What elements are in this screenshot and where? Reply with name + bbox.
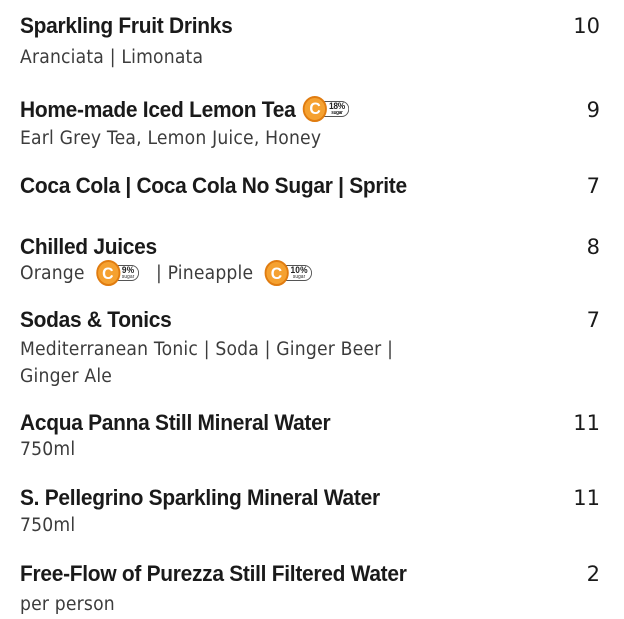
item-description: 750ml <box>20 439 76 460</box>
menu-item-purezza-water: Free-Flow of Purezza Still Filtered Wate… <box>20 561 600 618</box>
item-price: 8 <box>586 235 600 259</box>
sugar-badge-orange: C 9% sugar <box>95 260 140 286</box>
item-price: 7 <box>586 174 600 198</box>
item-description-line-1: Mediterranean Tonic | Soda | Ginger Beer… <box>20 339 394 360</box>
item-price: 11 <box>573 486 600 510</box>
juice-pineapple: | Pineapple <box>155 263 254 284</box>
sugar-badge: C 18% sugar <box>302 96 350 123</box>
item-name: Sparkling Fruit Drinks <box>20 13 233 38</box>
item-name: Home-made Iced Lemon Tea C 18% sugar <box>20 96 350 124</box>
item-description: Aranciata | Limonata <box>20 47 204 68</box>
juice-orange: Orange <box>20 263 85 284</box>
item-price: 2 <box>586 562 600 586</box>
item-description: Earl Grey Tea, Lemon Juice, Honey <box>20 128 322 150</box>
menu-item-sodas-tonics: Sodas & Tonics 7 Mediterranean Tonic | S… <box>20 307 600 390</box>
menu-item-iced-lemon-tea: Home-made Iced Lemon Tea C 18% sugar 9 Earl… <box>20 96 600 152</box>
sugar-label: sugar <box>121 274 135 280</box>
sugar-label: sugar <box>292 274 306 280</box>
menu-item-acqua-panna: Acqua Panna Still Mineral Water 11 750ml <box>20 410 600 463</box>
item-description: Orange C 9% sugar | Pineapple C 10% sugar <box>20 260 559 287</box>
item-name: Chilled Juices <box>20 234 157 259</box>
menu-item-chilled-juices: Chilled Juices 8 Orange C 9% sugar | Pineap… <box>20 234 600 287</box>
item-description: per person <box>20 594 115 615</box>
item-price: 7 <box>586 308 600 332</box>
c-circle-icon: C <box>264 260 289 286</box>
menu-item-sparkling-fruit-drinks: Sparkling Fruit Drinks 10 Aranciata | Li… <box>20 13 600 71</box>
item-name: Sodas & Tonics <box>20 307 172 332</box>
menu-item-s-pellegrino: S. Pellegrino Sparkling Mineral Water 11… <box>20 485 600 539</box>
item-name: Acqua Panna Still Mineral Water <box>20 410 331 435</box>
sugar-badge-pineapple: C 10% sugar <box>264 260 313 286</box>
menu-item-coca-cola: Coca Cola | Coca Cola No Sugar | Sprite … <box>20 173 600 199</box>
item-price: 9 <box>586 98 600 122</box>
sugar-label: sugar <box>331 110 343 117</box>
item-price: 11 <box>573 411 600 435</box>
item-name: Coca Cola | Coca Cola No Sugar | Sprite <box>20 173 407 198</box>
item-description: 750ml <box>20 515 76 536</box>
item-name: Free-Flow of Purezza Still Filtered Wate… <box>20 561 407 586</box>
item-description-line-2: Ginger Ale <box>20 366 113 387</box>
item-price: 10 <box>573 14 600 38</box>
c-circle-icon: C <box>95 260 121 286</box>
c-circle-icon: C <box>302 96 328 123</box>
item-name: S. Pellegrino Sparkling Mineral Water <box>20 485 380 510</box>
